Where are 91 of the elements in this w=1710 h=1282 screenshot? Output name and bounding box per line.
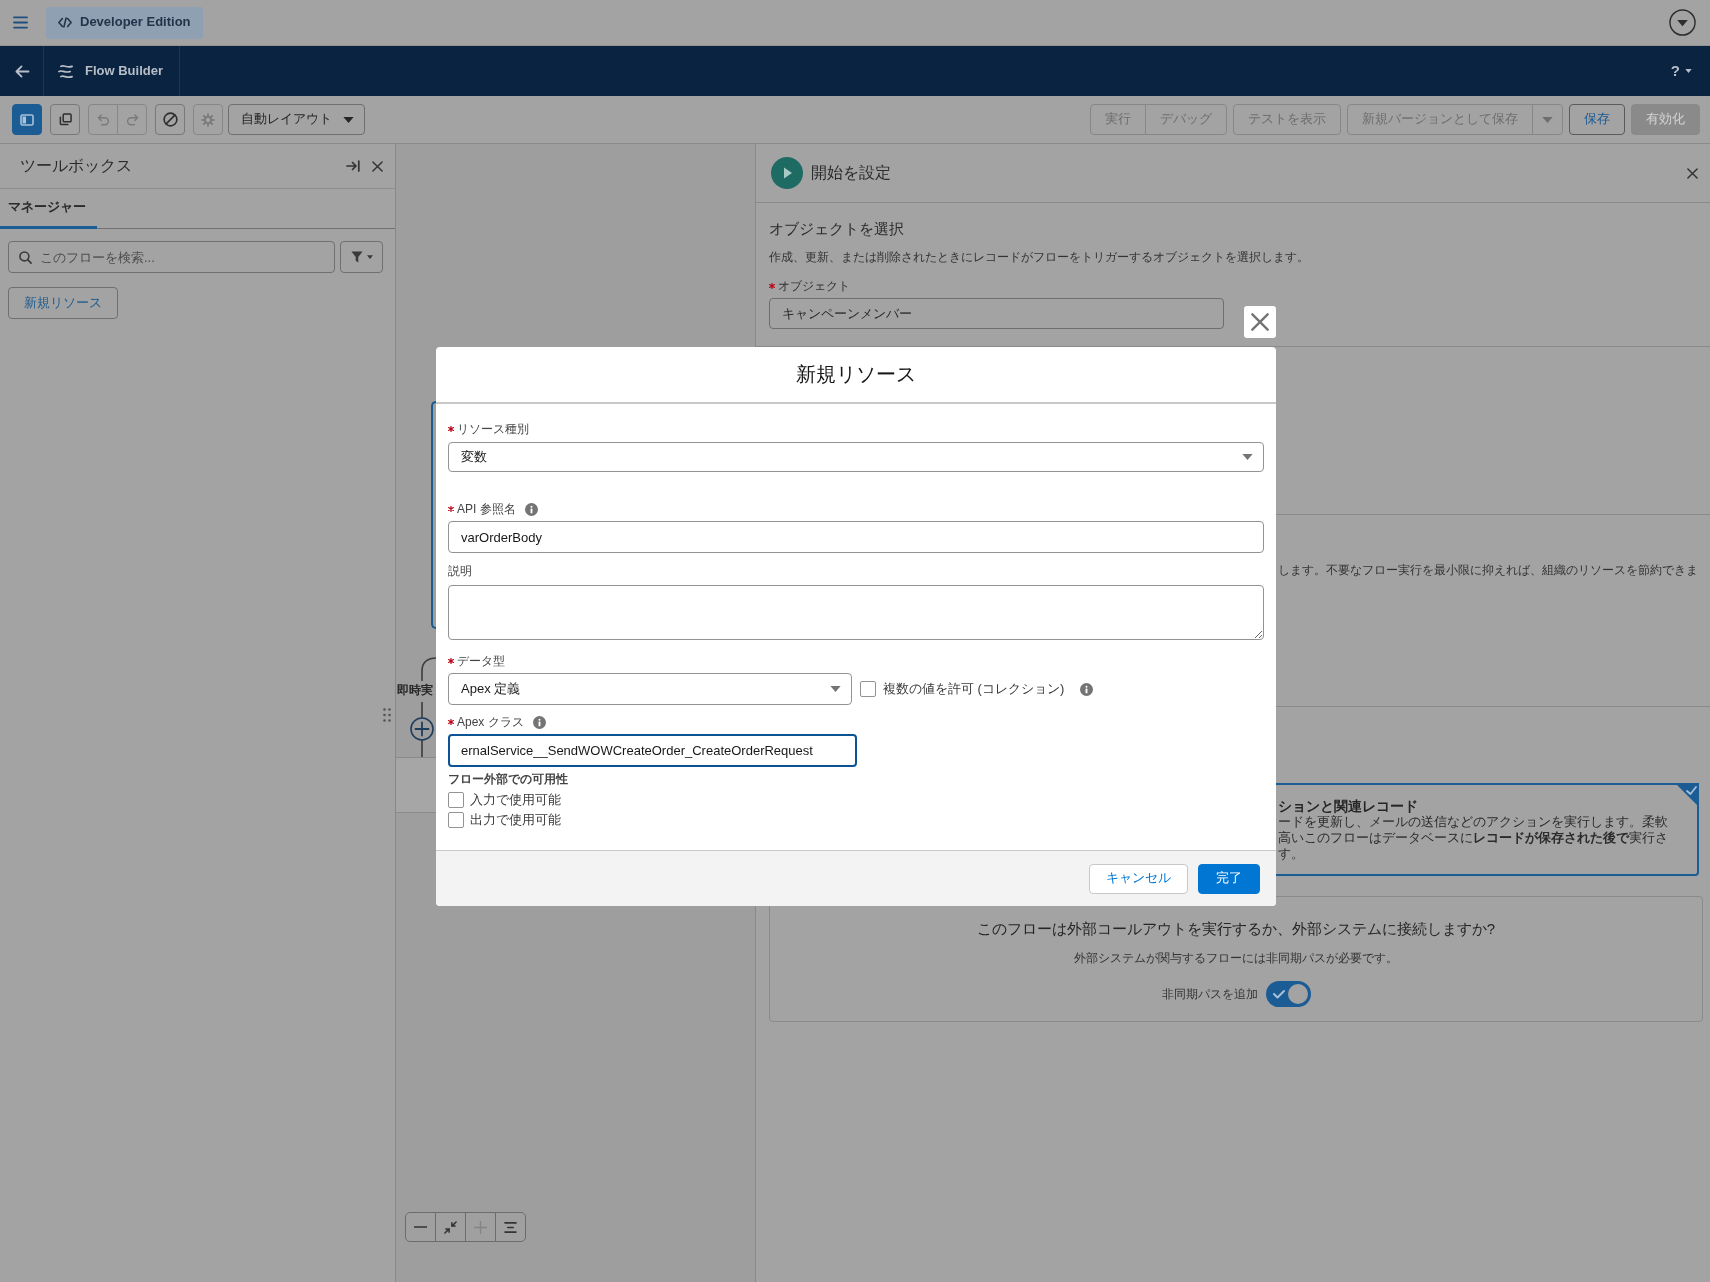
- center-view-button[interactable]: [495, 1212, 526, 1242]
- connector-line: [421, 657, 437, 681]
- option-card[interactable]: ションと関連レコード ードを更新し、メールの送信などのアクションを実行します。柔軟 高いこのフローはデータベースにレコードが保存された後で実行さ す。: [1276, 783, 1699, 876]
- checkbox[interactable]: [448, 792, 464, 808]
- back-arrow-icon: [13, 64, 30, 78]
- callout-description: 外部システムが関与するフローには非同期パスが必要です。: [1073, 950, 1399, 966]
- search-field[interactable]: このフローを検索...: [8, 241, 335, 273]
- close-button[interactable]: [1244, 306, 1276, 338]
- close-icon: [1687, 167, 1698, 179]
- path-label: 即時実: [397, 682, 433, 698]
- checkbox[interactable]: [448, 812, 464, 828]
- wavy-lines-icon: [58, 63, 75, 79]
- caret-down-icon: [1685, 69, 1692, 73]
- shrink-arrows-icon: [444, 1220, 457, 1234]
- center-lines-icon: [504, 1221, 517, 1233]
- select-field[interactable]: Apex 定義: [448, 673, 852, 705]
- caret-down-icon: [366, 255, 373, 259]
- dialog-title: 新規リソース: [796, 362, 916, 387]
- checkbox-label: 複数の値を許可 (コレクション): [883, 681, 1065, 697]
- gear-icon: [201, 112, 215, 127]
- close-button[interactable]: [1687, 167, 1698, 179]
- callout-title: このフローは外部コールアウトを実行するか、外部システムに接続しますか?: [975, 919, 1497, 939]
- section-title: オブジェクトを選択: [769, 219, 905, 239]
- section-description: します。不要なフロー実行を最小限に抑えれば、組織のリソースを節約できま: [1278, 563, 1699, 578]
- field-label: リソース種別: [457, 421, 529, 437]
- redo-arrow-icon: [125, 113, 139, 126]
- option-description: ードを更新し、メールの送信などのアクションを実行します。柔軟: [1278, 814, 1669, 830]
- description-field[interactable]: [448, 585, 1264, 640]
- info-icon[interactable]: [532, 715, 546, 729]
- caret-down-icon: [1242, 454, 1253, 460]
- minus-icon: [414, 1226, 427, 1228]
- select-field[interactable]: 変数: [448, 442, 1264, 472]
- copy-button[interactable]: [50, 104, 80, 135]
- option-title: ションと関連レコード: [1278, 798, 1419, 814]
- object-field[interactable]: キャンペーンメンバー: [769, 298, 1224, 329]
- code-icon: [58, 17, 72, 28]
- app-title: Flow Builder: [85, 62, 163, 80]
- checkbox[interactable]: [860, 681, 876, 697]
- caret-down-icon: [830, 686, 841, 692]
- toggle-label: 非同期パスを追加: [1161, 986, 1258, 1002]
- text-field[interactable]: varOrderBody: [448, 521, 1264, 553]
- filter-button[interactable]: [340, 241, 383, 273]
- fit-view-button[interactable]: [435, 1212, 466, 1242]
- collapse-right-icon: [346, 160, 360, 172]
- checkbox-label: 入力で使用可能: [470, 792, 561, 808]
- checkbox-label: 出力で使用可能: [470, 812, 561, 828]
- field-label: Apex クラス: [457, 714, 524, 730]
- layout-dropdown[interactable]: 自動レイアウト: [228, 104, 365, 135]
- cancel-button[interactable]: キャンセル: [1089, 863, 1188, 894]
- panel-title: ツールボックス: [20, 156, 132, 176]
- option-description: 高いこのフローはデータベースにレコードが保存された後で実行さ: [1278, 830, 1669, 846]
- play-icon: [771, 157, 803, 189]
- info-icon[interactable]: [524, 502, 538, 516]
- close-button[interactable]: [372, 160, 383, 172]
- section-description: 作成、更新、または削除されたときにレコードがフローをトリガーするオブジェクトを選択します。: [769, 249, 1310, 265]
- filter-icon: [350, 251, 363, 263]
- panel-toggle-button[interactable]: [12, 104, 42, 135]
- undo-arrow-icon: [96, 113, 110, 126]
- field-label: API 参照名: [457, 501, 516, 517]
- close-icon: [372, 160, 383, 172]
- panel-icon: [20, 113, 34, 126]
- collapse-button[interactable]: [346, 160, 360, 172]
- section-label: フロー外部での可用性: [448, 771, 569, 787]
- field-label: オブジェクト: [778, 278, 850, 294]
- field-label: データ型: [457, 653, 505, 669]
- action-button[interactable]: 保存: [1569, 104, 1625, 135]
- menu-icon[interactable]: [13, 16, 28, 29]
- dropdown-circle-icon[interactable]: [1669, 9, 1696, 36]
- info-icon[interactable]: [1080, 682, 1094, 696]
- close-icon: [1251, 313, 1269, 331]
- zoom-out-button[interactable]: [405, 1212, 436, 1242]
- text-field[interactable]: ernalService__SendWOWCreateOrder_CreateOrderRequest: [448, 734, 857, 767]
- caret-down-icon: [343, 116, 354, 123]
- ban-icon: [162, 112, 178, 127]
- done-button[interactable]: 完了: [1198, 863, 1260, 894]
- check-corner-icon: [1675, 783, 1699, 807]
- copy-icon: [58, 113, 72, 126]
- option-description: す。: [1278, 846, 1305, 862]
- caret-down-icon: [1542, 116, 1553, 123]
- toggle-switch[interactable]: [1265, 981, 1311, 1007]
- new-resource-button[interactable]: 新規リソース: [8, 287, 118, 319]
- drag-handle-icon[interactable]: [383, 708, 391, 722]
- field-label: 説明: [448, 563, 472, 579]
- ban-button[interactable]: [155, 104, 185, 135]
- help-button[interactable]: ?: [1670, 46, 1710, 96]
- panel-title: 開始を設定: [811, 163, 891, 183]
- plus-icon: [474, 1220, 487, 1234]
- plus-circle-icon[interactable]: [410, 717, 434, 741]
- panel-tab[interactable]: マネージャー: [0, 189, 97, 229]
- edition-label: Developer Edition: [80, 14, 191, 31]
- search-icon: [19, 251, 32, 264]
